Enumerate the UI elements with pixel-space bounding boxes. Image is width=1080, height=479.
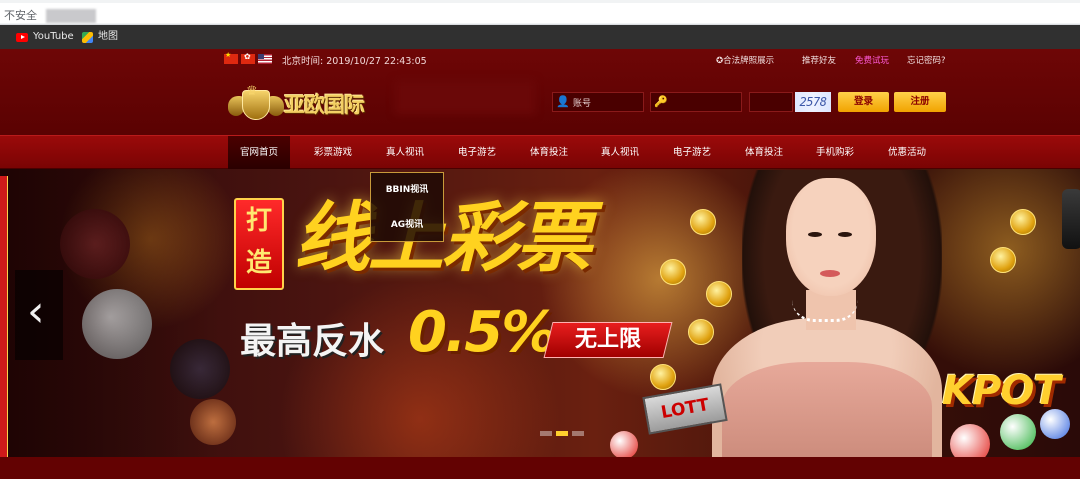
bookmark-youtube[interactable]: YouTube — [16, 25, 74, 49]
rebate-label: 最高反水 — [240, 321, 385, 362]
username-placeholder: 账号 — [573, 98, 592, 109]
left-side-tab[interactable] — [0, 176, 8, 458]
no-limit-badge: 无上限 — [543, 322, 673, 358]
lottery-ball — [610, 431, 638, 457]
login-button[interactable]: 登录 — [838, 92, 889, 112]
security-label: 不安全 — [4, 9, 37, 22]
brand-name: 亚欧国际 — [284, 92, 365, 117]
nav-slots-2[interactable]: 电子游艺 — [661, 136, 723, 170]
nav-promotions[interactable]: 优惠活动 — [876, 136, 938, 170]
license-link[interactable]: ✪合法牌照展示 — [716, 54, 774, 66]
nav-lottery[interactable]: 彩票游戏 — [302, 136, 364, 170]
gold-coin — [690, 209, 716, 235]
page-bottom-strip — [0, 457, 1080, 479]
live-casino-dropdown: BBIN视讯 AG视讯 — [370, 172, 444, 242]
nav-live-casino-2[interactable]: 真人视讯 — [589, 136, 651, 170]
slide-indicators — [540, 431, 584, 436]
gold-coin — [1010, 209, 1036, 235]
nav-slots[interactable]: 电子游艺 — [446, 136, 508, 170]
bookmark-label: 地图 — [98, 31, 118, 42]
slide-dot[interactable] — [540, 431, 552, 436]
chevron-left-icon: ‹ — [27, 286, 45, 337]
flag-hongkong-icon[interactable] — [241, 52, 255, 64]
model-eye — [808, 232, 822, 237]
bookmarks-bar: YouTube 地图 — [0, 25, 1080, 49]
captcha-field[interactable] — [749, 92, 793, 112]
bookmark-label: YouTube — [33, 31, 74, 42]
dropdown-item-ag[interactable]: AG视讯 — [371, 208, 443, 243]
free-trial-link[interactable]: 免费试玩 — [855, 54, 889, 66]
promo-tag: 打造 — [234, 198, 284, 290]
flag-us-icon[interactable] — [258, 54, 272, 64]
model-lips — [820, 270, 840, 277]
beijing-time: 北京时间: 2019/10/27 22:43:05 — [282, 56, 427, 67]
gold-coin — [990, 247, 1016, 273]
slide-dot[interactable] — [572, 431, 584, 436]
model-dress — [722, 362, 932, 472]
key-icon: 🔑 — [654, 95, 668, 108]
gold-coin — [688, 319, 714, 345]
gold-coin — [706, 281, 732, 307]
refer-friend-link[interactable]: 推荐好友 — [802, 54, 836, 66]
language-flags — [224, 51, 272, 64]
jackpot-text: KPOT — [942, 368, 1061, 414]
gold-coin — [650, 364, 676, 390]
register-button[interactable]: 注册 — [894, 92, 946, 112]
nav-sports-2[interactable]: 体育投注 — [733, 136, 795, 170]
password-field[interactable]: 🔑 — [650, 92, 742, 112]
lottery-ball — [1000, 414, 1036, 450]
prev-slide-button[interactable]: ‹ — [15, 270, 63, 360]
security-indicator[interactable]: 不安全 — [0, 6, 37, 26]
username-field[interactable]: 👤 账号 — [552, 92, 644, 112]
crest-icon: ♛ — [228, 84, 284, 124]
flag-china-icon[interactable] — [224, 51, 238, 64]
top-info-bar: 北京时间: 2019/10/27 22:43:05 ✪合法牌照展示 推荐好友 免… — [0, 49, 1080, 71]
user-icon: 👤 — [556, 95, 570, 108]
site-logo[interactable]: ♛ 亚欧国际 — [228, 82, 376, 126]
slide-dot-active[interactable] — [556, 431, 568, 436]
url-field[interactable]: 不安全 — [0, 3, 1080, 23]
model-eye — [838, 232, 852, 237]
url-redacted — [46, 9, 96, 23]
forgot-password-link[interactable]: 忘记密码? — [907, 54, 946, 66]
lottery-ball — [950, 424, 990, 457]
rebate-value: 0.5% — [408, 300, 557, 365]
dropdown-item-bbin[interactable]: BBIN视讯 — [371, 173, 443, 208]
lottery-cage — [1062, 189, 1080, 249]
nav-mobile-lottery[interactable]: 手机购彩 — [804, 136, 866, 170]
captcha-image[interactable]: 2578 — [795, 92, 831, 112]
address-bar[interactable]: 不安全 — [0, 0, 1080, 25]
main-nav: 官网首页 彩票游戏 真人视讯 电子游艺 体育投注 真人视讯 电子游艺 体育投注 … — [0, 135, 1080, 170]
maps-icon — [82, 31, 93, 43]
bookmark-maps[interactable]: 地图 — [82, 25, 118, 49]
redacted-area — [395, 80, 535, 114]
nav-live-casino[interactable]: 真人视讯 — [374, 136, 436, 170]
nav-home[interactable]: 官网首页 — [228, 136, 290, 170]
model-face — [786, 178, 876, 296]
nav-sports[interactable]: 体育投注 — [518, 136, 580, 170]
youtube-icon — [16, 32, 28, 42]
gold-coin — [660, 259, 686, 285]
